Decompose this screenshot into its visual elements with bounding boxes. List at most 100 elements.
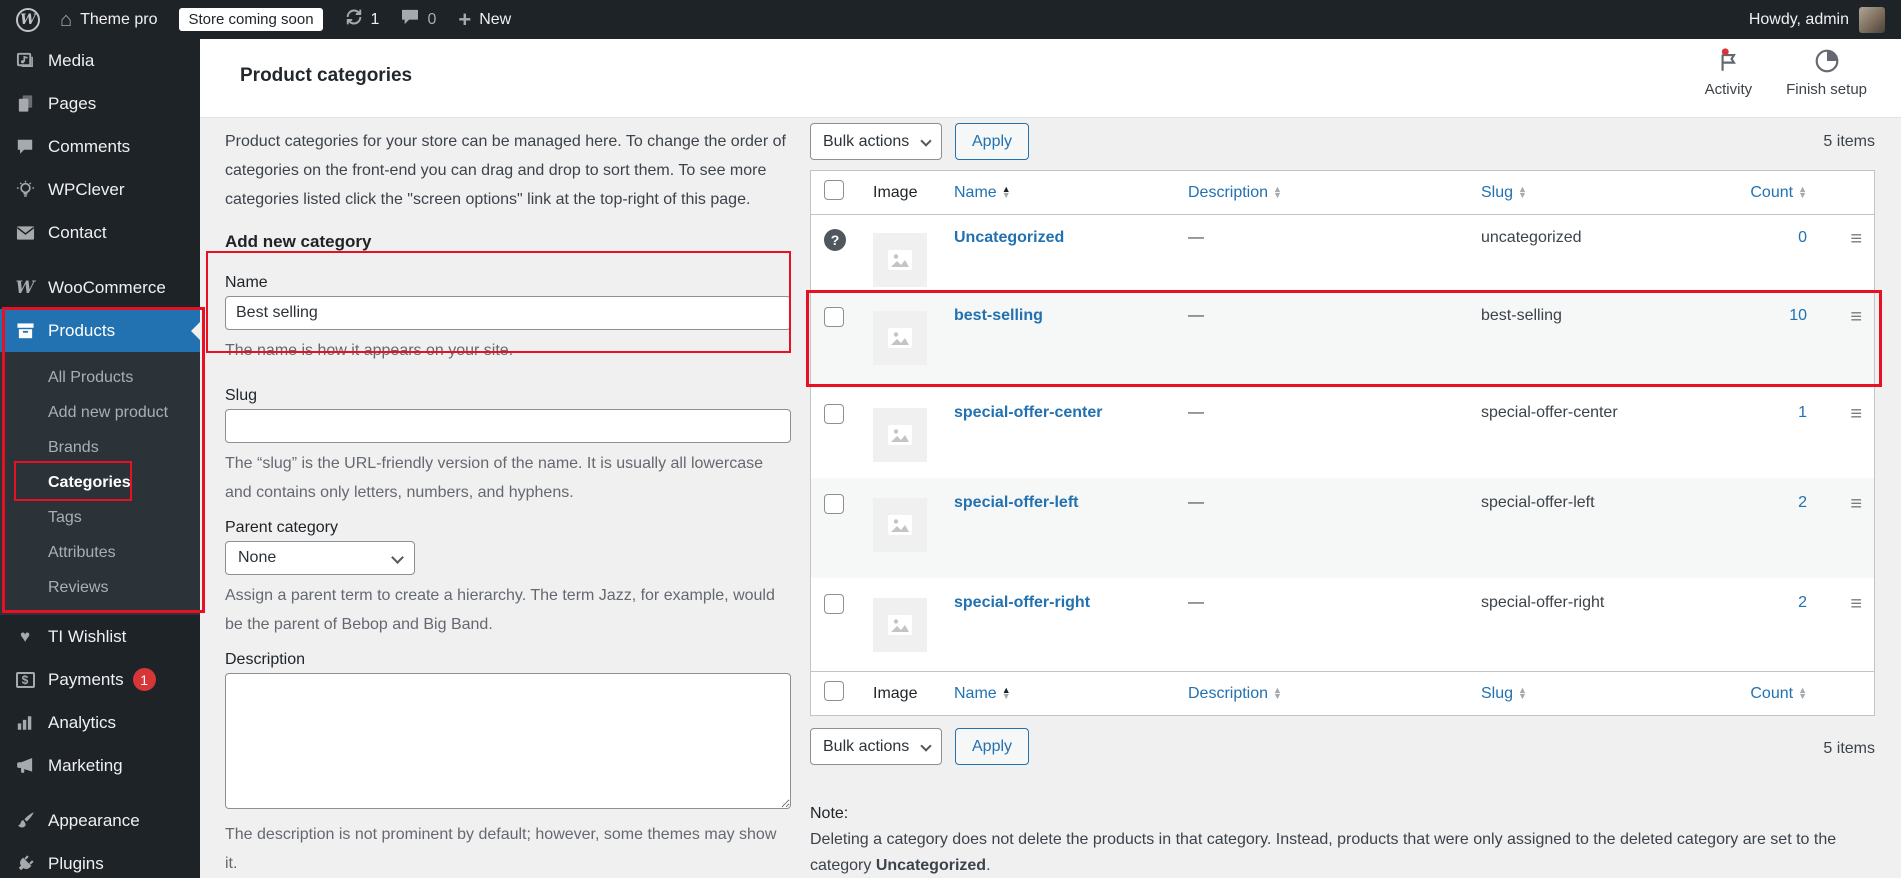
- sidebar-item-add-new-product[interactable]: Add new product: [0, 395, 200, 430]
- home-icon: ⌂: [60, 8, 73, 31]
- new-content-link[interactable]: + New: [458, 8, 511, 31]
- plugin-icon: [11, 849, 39, 877]
- sidebar-item-media[interactable]: Media: [0, 39, 200, 82]
- account-menu[interactable]: Howdy, admin: [1748, 6, 1885, 33]
- note-text: Note: Deleting a category does not delet…: [810, 801, 1875, 878]
- table-row-best-selling: best-selling — best-selling 10 ≡: [811, 291, 1874, 388]
- finish-setup-button[interactable]: Finish setup: [1786, 48, 1867, 98]
- sidebar-item-woocommerce[interactable]: W WooCommerce: [0, 266, 200, 309]
- category-name-link[interactable]: best-selling: [954, 307, 1043, 324]
- column-header-name[interactable]: Name ▲ ▼: [954, 685, 1011, 703]
- bulk-actions-select[interactable]: Bulk actions: [810, 123, 942, 160]
- updates-link[interactable]: 1: [345, 8, 379, 31]
- category-name-link[interactable]: special-offer-right: [954, 594, 1090, 611]
- category-count-link[interactable]: 0: [1798, 229, 1807, 246]
- row-actions-icon[interactable]: ≡: [1850, 594, 1874, 614]
- chevron-down-icon: [391, 551, 404, 564]
- select-all-checkbox[interactable]: [824, 681, 844, 701]
- sidebar-item-all-products[interactable]: All Products: [0, 360, 200, 395]
- category-description: —: [1188, 229, 1204, 246]
- column-header-count[interactable]: Count ▲ ▼: [1750, 685, 1807, 703]
- sidebar-item-ti-wishlist[interactable]: ♥ TI Wishlist: [0, 615, 200, 658]
- page-header: Product categories Activity Finish setup: [200, 39, 1901, 117]
- finish-setup-label: Finish setup: [1786, 81, 1867, 98]
- name-input[interactable]: [225, 296, 791, 330]
- sidebar-item-reviews[interactable]: Reviews: [0, 570, 200, 605]
- row-actions-icon[interactable]: ≡: [1850, 404, 1874, 424]
- note-label: Note:: [810, 805, 849, 822]
- payments-badge: 1: [132, 668, 156, 691]
- column-header-count[interactable]: Count ▲ ▼: [1750, 184, 1807, 202]
- chevron-down-icon: [920, 740, 932, 752]
- description-textarea[interactable]: [225, 673, 791, 809]
- row-checkbox[interactable]: [824, 494, 844, 514]
- sidebar-item-categories[interactable]: Categories: [0, 465, 200, 500]
- column-header-description[interactable]: Description ▲ ▼: [1188, 184, 1282, 202]
- sidebar-item-wpclever[interactable]: WPClever: [0, 168, 200, 211]
- category-count-link[interactable]: 2: [1798, 594, 1807, 611]
- activity-button[interactable]: Activity: [1705, 48, 1752, 98]
- apply-button[interactable]: Apply: [955, 123, 1030, 160]
- category-image-placeholder: [873, 233, 927, 287]
- column-header-slug[interactable]: Slug ▲ ▼: [1481, 184, 1527, 202]
- table-footer-row: Image Name ▲ ▼ Description ▲ ▼ Slug ▲ ▼ Count ▲…: [811, 671, 1874, 715]
- parent-category-select[interactable]: None: [225, 541, 415, 575]
- sidebar-item-contact[interactable]: Contact: [0, 211, 200, 254]
- table-row-special-offer-center: special-offer-center — special-offer-cen…: [811, 388, 1874, 478]
- column-header-name[interactable]: Name ▲ ▼: [954, 184, 1011, 202]
- sidebar-item-attributes[interactable]: Attributes: [0, 535, 200, 570]
- comments-count: 0: [427, 10, 437, 28]
- row-actions-icon[interactable]: ≡: [1850, 494, 1874, 514]
- name-help-text: The name is how it appears on your site.: [225, 342, 514, 359]
- column-header-image: Image: [873, 684, 918, 702]
- table-header-row: Image Name ▲ ▼ Description ▲ ▼ Slug ▲ ▼ Count ▲…: [811, 171, 1874, 215]
- category-name-link[interactable]: Uncategorized: [954, 229, 1064, 246]
- sidebar-item-comments[interactable]: Comments: [0, 125, 200, 168]
- row-actions-icon[interactable]: ≡: [1850, 229, 1874, 249]
- select-all-checkbox[interactable]: [824, 180, 844, 200]
- default-category-info-icon[interactable]: ?: [824, 229, 846, 251]
- wordpress-logo-icon[interactable]: W: [16, 7, 40, 32]
- comments-icon: [14, 138, 36, 156]
- brush-icon: [14, 811, 36, 830]
- table-row-special-offer-right: special-offer-right — special-offer-righ…: [811, 578, 1874, 671]
- sidebar-item-products[interactable]: Products: [0, 309, 200, 352]
- howdy-label: Howdy, admin: [1748, 10, 1849, 28]
- page-intro-text: Product categories for your store can be…: [225, 133, 786, 208]
- column-header-description[interactable]: Description ▲ ▼: [1188, 685, 1282, 703]
- sort-down-icon: ▼: [1798, 690, 1807, 701]
- category-count-link[interactable]: 2: [1798, 494, 1807, 511]
- apply-button[interactable]: Apply: [955, 728, 1030, 765]
- bulk-actions-select[interactable]: Bulk actions: [810, 728, 942, 765]
- category-name-link[interactable]: special-offer-left: [954, 494, 1078, 511]
- sidebar-item-appearance[interactable]: Appearance: [0, 799, 200, 842]
- sidebar-item-analytics[interactable]: Analytics: [0, 701, 200, 744]
- sidebar-item-payments[interactable]: $ Payments 1: [0, 658, 200, 701]
- row-checkbox[interactable]: [824, 404, 844, 424]
- row-checkbox[interactable]: [824, 307, 844, 327]
- row-actions-icon[interactable]: ≡: [1850, 307, 1874, 327]
- description-help-text: The description is not prominent by defa…: [225, 826, 777, 872]
- column-header-slug[interactable]: Slug ▲ ▼: [1481, 685, 1527, 703]
- sort-down-icon: ▼: [1518, 189, 1527, 200]
- sort-down-icon: ▼: [1798, 189, 1807, 200]
- category-name-link[interactable]: special-offer-center: [954, 404, 1103, 421]
- products-submenu: All Products Add new product Brands Cate…: [0, 352, 200, 615]
- sidebar-item-pages[interactable]: Pages: [0, 82, 200, 125]
- add-new-category-heading: Add new category: [225, 232, 372, 251]
- category-count-link[interactable]: 1: [1798, 404, 1807, 421]
- category-description: —: [1188, 594, 1204, 611]
- sidebar-item-tags[interactable]: Tags: [0, 500, 200, 535]
- row-checkbox[interactable]: [824, 594, 844, 614]
- sidebar-item-marketing[interactable]: Marketing: [0, 744, 200, 787]
- site-name-link[interactable]: ⌂ Theme pro: [60, 10, 157, 30]
- sidebar-item-brands[interactable]: Brands: [0, 430, 200, 465]
- sidebar-label: TI Wishlist: [48, 626, 127, 646]
- sidebar-item-plugins[interactable]: Plugins: [0, 842, 200, 878]
- coming-soon-badge[interactable]: Store coming soon: [179, 8, 323, 31]
- category-count-link[interactable]: 10: [1789, 307, 1807, 324]
- envelope-icon: [14, 225, 36, 241]
- sidebar-label: WPClever: [48, 179, 125, 199]
- comments-link[interactable]: 0: [401, 9, 436, 30]
- slug-input[interactable]: [225, 409, 791, 443]
